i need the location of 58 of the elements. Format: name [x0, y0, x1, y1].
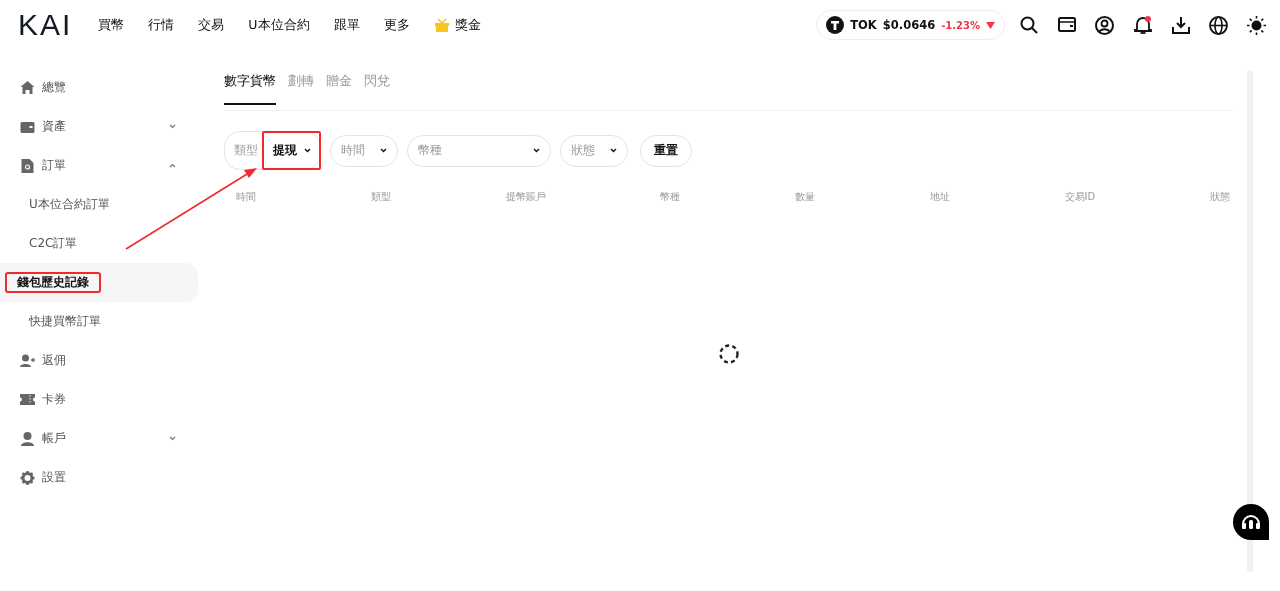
tab[interactable]: 數字貨幣	[224, 72, 276, 105]
token-symbol: TOK	[850, 18, 877, 32]
column-header: 類型	[370, 190, 391, 204]
bell-icon[interactable]	[1133, 15, 1152, 35]
headset-icon	[1240, 512, 1262, 532]
token-price: $0.0646	[882, 18, 936, 32]
reset-button[interactable]: 重置	[640, 134, 692, 167]
sidebar-item[interactable]: 資產	[0, 107, 198, 146]
sidebar-item[interactable]: 返佣	[0, 341, 198, 380]
nav-link[interactable]: U本位合約	[248, 16, 310, 34]
column-header: 交易ID	[1064, 190, 1096, 204]
sidebar-item[interactable]: 卡券	[0, 380, 198, 419]
sidebar-item[interactable]: 總覽	[0, 68, 198, 107]
chevron-down-icon	[380, 148, 387, 153]
column-header: 時間	[236, 190, 256, 204]
select-label: 類型	[234, 142, 258, 159]
home-icon	[20, 81, 35, 94]
sun-icon[interactable]	[1247, 15, 1266, 35]
user-icon	[20, 431, 35, 446]
nav-link[interactable]: 買幣	[98, 16, 125, 34]
wallet-icon[interactable]	[1057, 15, 1076, 32]
wallet-icon	[20, 120, 35, 133]
sidebar-subitem[interactable]: 快捷買幣訂單	[24, 305, 106, 338]
user-plus-icon	[20, 354, 35, 367]
column-header: 提幣賬戶	[505, 190, 546, 204]
scrollbar[interactable]	[1247, 70, 1253, 572]
sidebar-item[interactable]: 訂單	[0, 146, 198, 185]
sidebar-subitem[interactable]: C2C訂單	[24, 227, 83, 260]
chevron-down-icon	[610, 148, 617, 153]
chevron-down-icon	[533, 148, 540, 153]
sidebar-subitem[interactable]: U本位合約訂單	[24, 188, 115, 221]
type-select[interactable]: 類型 提現	[224, 131, 321, 170]
support-button[interactable]	[1233, 504, 1269, 540]
nav-link[interactable]: 更多	[383, 16, 410, 34]
reward-link[interactable]: 獎金	[433, 16, 481, 34]
column-header: 狀態	[1209, 190, 1230, 204]
globe-icon[interactable]	[1209, 15, 1228, 35]
down-triangle-icon	[986, 21, 995, 29]
column-header: 地址	[929, 190, 950, 204]
nav-link[interactable]: 交易	[198, 16, 225, 34]
sidebar-item[interactable]: 帳戶	[0, 419, 198, 458]
column-header: 數量	[795, 190, 815, 204]
chevron-down-icon	[304, 148, 311, 153]
column-header: 幣種	[660, 190, 681, 204]
download-icon[interactable]	[1171, 15, 1190, 34]
ticket-icon	[20, 394, 35, 405]
account-icon[interactable]	[1095, 15, 1114, 35]
sidebar-subitem[interactable]: 錢包歷史記錄	[5, 272, 101, 293]
nav-link[interactable]: 跟單	[333, 16, 360, 34]
gift-icon	[433, 18, 450, 32]
search-icon[interactable]	[1019, 15, 1038, 34]
sidebar-item[interactable]: 設置	[0, 458, 198, 497]
logo[interactable]: KAI	[18, 8, 73, 42]
price-change: -1.23%	[941, 19, 980, 31]
document-icon	[20, 158, 35, 173]
nav-link[interactable]: 行情	[148, 16, 175, 34]
token-icon	[826, 16, 845, 34]
settings-icon	[20, 470, 35, 485]
